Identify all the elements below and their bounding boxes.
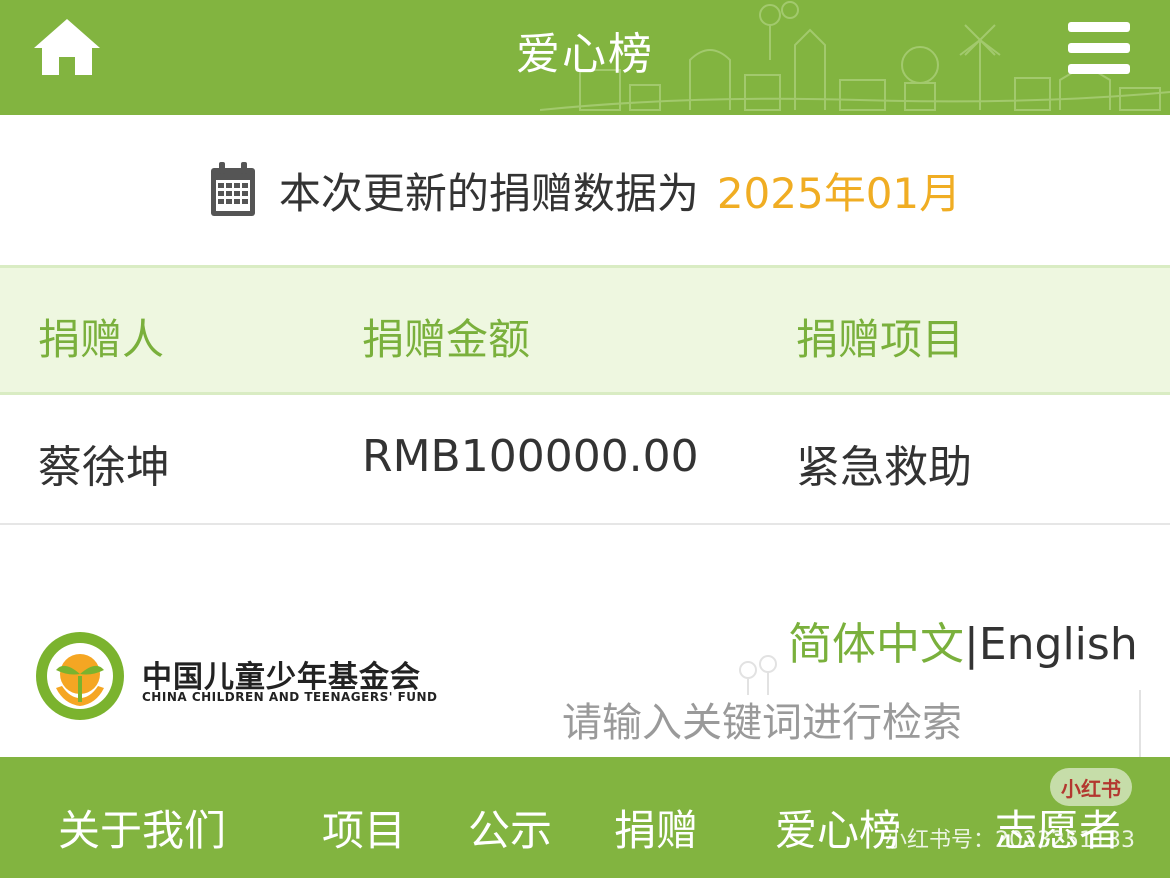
language-en-link[interactable]: English xyxy=(979,619,1138,670)
org-name-en: CHINA CHILDREN AND TEENAGERS' FUND xyxy=(142,690,438,704)
donation-amount-cell: RMB100000.00 xyxy=(362,431,699,482)
donor-name-cell: 蔡徐坤 xyxy=(38,442,170,493)
donation-project-cell: 紧急救助 xyxy=(796,442,972,493)
language-zh-link[interactable]: 简体中文 xyxy=(788,619,964,670)
column-header-project: 捐赠项目 xyxy=(796,315,965,364)
column-header-amount: 捐赠金额 xyxy=(362,315,531,364)
language-switch: 简体中文|English xyxy=(788,608,1138,672)
update-notice: 本次更新的捐赠数据为 2025年01月 xyxy=(0,115,1170,265)
hamburger-menu-icon xyxy=(1068,22,1130,74)
menu-button[interactable] xyxy=(1068,20,1130,76)
nav-love-board[interactable]: 爱心榜 xyxy=(775,797,901,858)
table-row: 蔡徐坤 RMB100000.00 紧急救助 xyxy=(0,395,1170,525)
language-separator: | xyxy=(964,619,979,670)
foundation-emblem-icon xyxy=(36,632,124,720)
top-header: 爱心榜 xyxy=(0,0,1170,115)
nav-projects[interactable]: 项目 xyxy=(322,797,406,858)
calendar-icon xyxy=(210,162,255,216)
notice-date: 2025年01月 xyxy=(716,168,962,218)
search-input[interactable] xyxy=(560,690,1164,756)
bottom-navigation: 关于我们 项目 公示 捐赠 爱心榜 志愿者 xyxy=(0,757,1170,878)
watermark-badge: 小红书 xyxy=(1050,768,1132,806)
donation-table-header: 捐赠人 捐赠金额 捐赠项目 xyxy=(0,265,1170,395)
nav-announcements[interactable]: 公示 xyxy=(468,797,552,858)
nav-about-us[interactable]: 关于我们 xyxy=(58,797,226,858)
column-header-donor: 捐赠人 xyxy=(38,315,165,364)
watermark-text: 小红书号：2023251133 xyxy=(885,828,1135,853)
org-logo[interactable]: 中国儿童少年基金会 CHINA CHILDREN AND TEENAGERS' … xyxy=(34,630,454,725)
nav-donate[interactable]: 捐赠 xyxy=(614,797,698,858)
page-title: 爱心榜 xyxy=(516,29,654,80)
notice-text: 本次更新的捐赠数据为 xyxy=(278,168,699,218)
